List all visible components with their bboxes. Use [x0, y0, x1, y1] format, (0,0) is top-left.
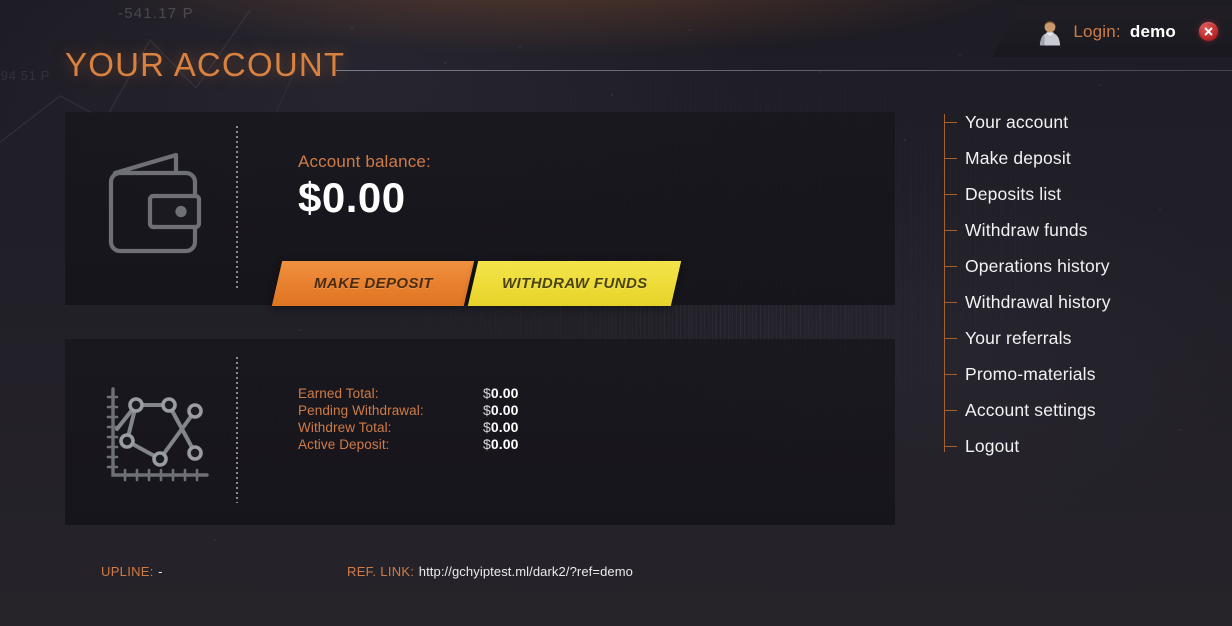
- sidebar-item-account-settings[interactable]: Account settings: [944, 392, 1111, 428]
- sidebar-item-label: Operations history: [965, 255, 1110, 276]
- sidebar-item-label: Deposits list: [965, 183, 1062, 204]
- page-root: -541.17 P -94 51 P Login: demo YOUR ACCO…: [0, 0, 1232, 626]
- statistics-row: Withdrew Total: $0.00: [298, 419, 519, 436]
- sidebar-item-label: Make deposit: [965, 147, 1071, 168]
- currency-symbol: $: [483, 402, 491, 418]
- login-label: Login:: [1073, 21, 1121, 41]
- statistics-row-amount: 0.00: [490, 402, 519, 418]
- statistics-row-label: Earned Total:: [298, 386, 379, 401]
- login-username: demo: [1129, 21, 1176, 41]
- make-deposit-button[interactable]: MAKE DEPOSIT: [271, 261, 475, 306]
- sidebar-item-deposits-list[interactable]: Deposits list: [944, 176, 1111, 212]
- panel-dotted-divider: [236, 126, 238, 291]
- statistics-row-value: $0.00: [483, 385, 519, 401]
- sidebar-item-label: Your account: [965, 111, 1069, 132]
- panel-dotted-divider: [236, 357, 238, 503]
- sidebar-item-label: Account settings: [965, 399, 1096, 420]
- make-deposit-label: MAKE DEPOSIT: [313, 275, 433, 292]
- statistics-row: Pending Withdrawal: $0.00: [298, 402, 519, 419]
- account-action-buttons: MAKE DEPOSIT WITHDRAW FUNDS: [271, 261, 682, 306]
- statistics-row-value: $0.00: [483, 402, 519, 418]
- statistics-row: Active Deposit: $0.00: [298, 436, 519, 453]
- withdraw-funds-label: WITHDRAW FUNDS: [501, 275, 648, 292]
- close-icon[interactable]: [1199, 22, 1218, 41]
- sidebar-item-label: Promo-materials: [965, 363, 1096, 384]
- statistics-row-label: Withdrew Total:: [298, 420, 392, 435]
- referral-link-value[interactable]: http://gchyiptest.ml/dark2/?ref=demo: [419, 564, 633, 579]
- menu-connector-tick: [944, 410, 957, 411]
- line-chart-icon: [103, 383, 211, 492]
- statistics-row-value: $0.00: [483, 436, 519, 452]
- background-ghost-number-secondary: -94 51 P: [0, 68, 50, 83]
- statistics-row: Earned Total: $0.00: [298, 385, 519, 402]
- login-badge[interactable]: Login: demo: [992, 6, 1232, 57]
- balance-label: Account balance:: [298, 152, 431, 171]
- currency-symbol: $: [483, 419, 491, 435]
- sidebar-item-make-deposit[interactable]: Make deposit: [944, 140, 1111, 176]
- statistics-row-amount: 0.00: [490, 436, 519, 452]
- account-navigation-menu: Your account Make deposit Deposits list Wit…: [944, 104, 1111, 464]
- upline-info: UPLINE: -: [101, 563, 163, 581]
- sidebar-item-logout[interactable]: Logout: [944, 428, 1111, 464]
- sidebar-item-promo-materials[interactable]: Promo-materials: [944, 356, 1111, 392]
- menu-connector-tick: [944, 374, 957, 375]
- statistics-row-value: $0.00: [483, 419, 519, 435]
- user-avatar-icon: [1036, 18, 1064, 46]
- statistics-row-label: Active Deposit:: [298, 437, 390, 452]
- sidebar-item-operations-history[interactable]: Operations history: [944, 248, 1111, 284]
- menu-connector-tick: [944, 338, 957, 339]
- referral-link-info: REF. LINK: http://gchyiptest.ml/dark2/?r…: [347, 563, 633, 581]
- sidebar-item-withdraw-funds[interactable]: Withdraw funds: [944, 212, 1111, 248]
- wallet-icon: [103, 146, 208, 271]
- withdraw-funds-button[interactable]: WITHDRAW FUNDS: [467, 261, 682, 306]
- menu-connector-tick: [944, 266, 957, 267]
- menu-connector-tick: [944, 302, 957, 303]
- title-divider-rule: [336, 70, 1232, 71]
- sidebar-item-label: Logout: [965, 435, 1020, 456]
- balance-value: $0.00: [298, 174, 406, 221]
- sidebar-item-withdrawal-history[interactable]: Withdrawal history: [944, 284, 1111, 320]
- statistics-row-label: Pending Withdrawal:: [298, 403, 424, 418]
- currency-symbol: $: [483, 385, 491, 401]
- menu-connector-tick: [944, 194, 957, 195]
- upline-label: UPLINE:: [101, 564, 154, 579]
- page-title: YOUR ACCOUNT: [65, 46, 346, 83]
- statistics-row-amount: 0.00: [490, 385, 519, 401]
- upline-value: -: [158, 564, 163, 579]
- statistics-row-amount: 0.00: [490, 419, 519, 435]
- sidebar-item-your-referrals[interactable]: Your referrals: [944, 320, 1111, 356]
- sidebar-item-label: Withdrawal history: [965, 291, 1111, 312]
- sidebar-item-label: Withdraw funds: [965, 219, 1088, 240]
- menu-connector-tick: [944, 158, 957, 159]
- referral-link-label: REF. LINK:: [347, 564, 415, 579]
- background-ghost-number: -541.17 P: [118, 5, 194, 22]
- statistics-table: Earned Total: $0.00 Pending Withdrawal: $0.…: [298, 385, 519, 453]
- account-statistics-panel: Earned Total: $0.00 Pending Withdrawal: $0.…: [65, 339, 895, 525]
- menu-connector-tick: [944, 122, 957, 123]
- currency-symbol: $: [483, 436, 491, 452]
- sidebar-item-your-account[interactable]: Your account: [944, 104, 1111, 140]
- balance-block: Account balance: $0.00: [298, 152, 431, 219]
- menu-connector-tick: [944, 446, 957, 447]
- sidebar-item-label: Your referrals: [965, 327, 1072, 348]
- menu-connector-tick: [944, 230, 957, 231]
- page-footer: UPLINE: - REF. LINK: http://gchyiptest.m…: [0, 560, 1232, 584]
